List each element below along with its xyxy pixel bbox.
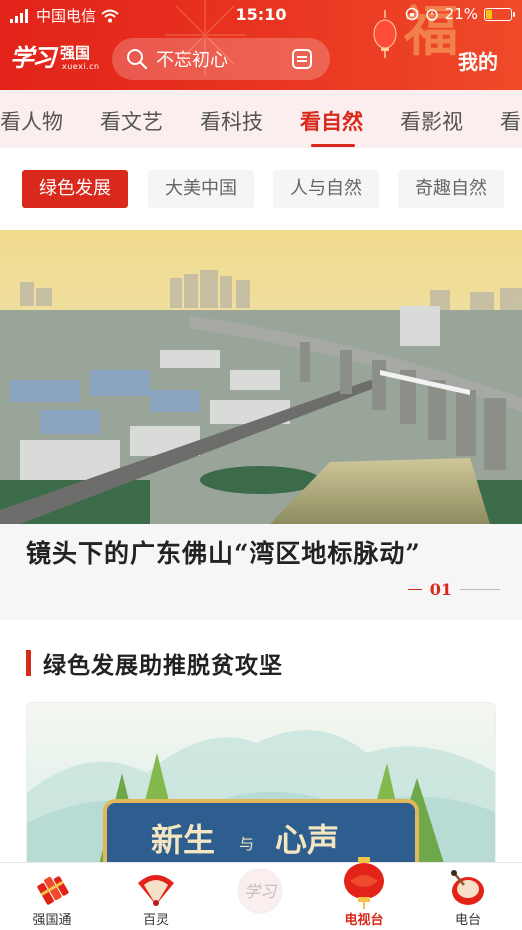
mine-button[interactable]: 我的: [458, 46, 498, 75]
nav-bailing[interactable]: 百灵: [104, 863, 208, 930]
rotation-lock-icon: [405, 7, 418, 21]
search-placeholder: 不忘初心: [156, 50, 228, 71]
battery-percent: 21%: [444, 5, 478, 23]
card-title-a: 新生: [151, 821, 215, 859]
tab-nature[interactable]: 看自然: [300, 106, 363, 136]
nav-qiangguotong[interactable]: 强国通: [0, 863, 104, 930]
feature-card-image: 新生 与 心声: [27, 703, 495, 871]
tab-film[interactable]: 看影视: [400, 106, 463, 136]
chip-green-development[interactable]: 绿色发展: [22, 170, 128, 208]
app-header: 福 中国电信 15:10 21% 学习 强国 xuexi.cn 不忘初心 我的: [0, 0, 522, 90]
carousel-indicator: 01: [407, 580, 500, 599]
status-right: 21%: [405, 5, 515, 23]
chip-people-and-nature[interactable]: 人与自然: [273, 170, 379, 208]
nav-xuexi-home[interactable]: 学习: [208, 863, 312, 930]
nav-radio[interactable]: 电台: [416, 863, 520, 930]
tab-tech[interactable]: 看科技: [200, 106, 263, 136]
xuexi-logo-text: 学习: [244, 882, 278, 901]
active-tab-indicator: [311, 144, 355, 147]
chip-beautiful-china[interactable]: 大美中国: [148, 170, 254, 208]
feature-card[interactable]: 新生 与 心声: [26, 702, 496, 872]
pager-line-left: [407, 589, 422, 590]
fan-icon: [138, 875, 174, 906]
hero-title[interactable]: 镜头下的广东佛山“湾区地标脉动”: [26, 534, 421, 570]
alarm-icon: [425, 9, 438, 21]
card-title-mid: 与: [239, 835, 254, 853]
section-title: 绿色发展助推脱贫攻坚: [43, 652, 283, 679]
nav-label-bailing: 百灵: [142, 913, 169, 928]
hero-photo: [0, 230, 522, 524]
nav-label-radio: 电台: [454, 913, 481, 928]
tab-people[interactable]: 看人物: [0, 106, 63, 136]
drum-icon: [451, 870, 484, 905]
subcategory-chips: 绿色发展 大美中国 人与自然 奇趣自然: [0, 148, 522, 230]
status-bar: 中国电信 15:10 21%: [0, 0, 522, 30]
search-bar[interactable]: 不忘初心: [112, 38, 330, 80]
search-icon: [127, 49, 148, 70]
chip-fun-nature[interactable]: 奇趣自然: [398, 170, 504, 208]
logo-domain: xuexi.cn: [62, 62, 100, 71]
nav-label-tv: 电视台: [344, 913, 384, 928]
nav-label-qiangguotong: 强国通: [32, 913, 72, 928]
nav-tv[interactable]: 电视台: [312, 857, 416, 930]
app-logo[interactable]: 学习 强国 xuexi.cn: [10, 36, 102, 78]
pager-line-right: [460, 589, 500, 590]
scan-icon[interactable]: [290, 47, 314, 71]
battery-icon: [484, 7, 515, 21]
category-tabs: 看人物 看文艺 看科技 看自然 看影视 看: [0, 90, 522, 148]
logo-name: 强国: [60, 44, 91, 62]
card-title-b: 心声: [275, 821, 339, 859]
section-header: 绿色发展助推脱贫攻坚: [26, 646, 283, 680]
hero-caption[interactable]: 镜头下的广东佛山“湾区地标脉动” 01: [0, 524, 522, 620]
tab-more[interactable]: 看: [500, 106, 521, 136]
firecracker-icon: [37, 876, 69, 905]
lantern-icon: [344, 857, 384, 909]
tab-arts[interactable]: 看文艺: [100, 106, 163, 136]
section-marker: [26, 650, 31, 676]
xuexi-logo-icon: 学习: [237, 868, 283, 914]
page-number: 01: [429, 580, 452, 599]
logo-script: 学习: [10, 43, 56, 72]
bottom-navigation: 强国通 百灵 学习 电视台 电台: [0, 857, 522, 930]
hero-image[interactable]: [0, 230, 522, 524]
